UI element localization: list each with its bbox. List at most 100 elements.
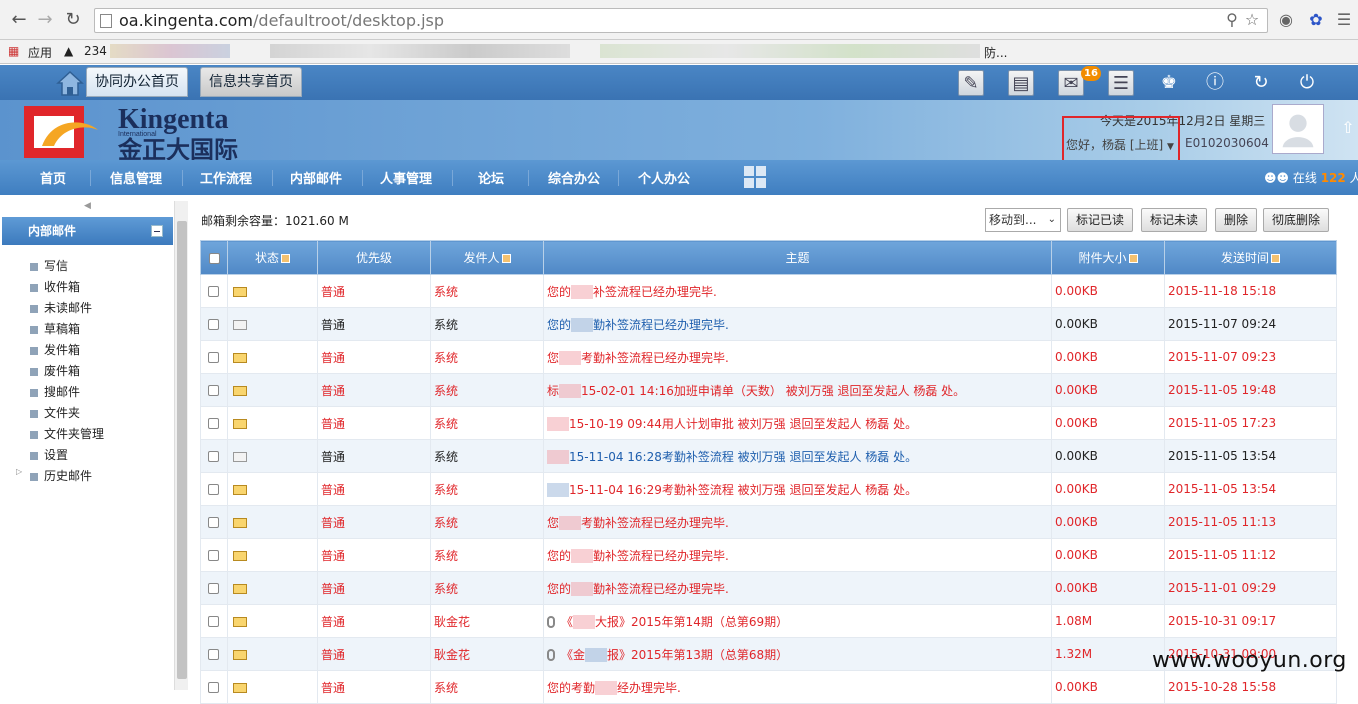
row-subject[interactable]: 您的 勤补签流程已经办理完毕. bbox=[543, 571, 1052, 605]
refresh-icon[interactable]: ↻ bbox=[1248, 70, 1274, 96]
col-status[interactable]: 状态 bbox=[227, 240, 318, 275]
row-subject[interactable]: 15-11-04 16:29考勤补签流程 被刘万强 退回至发起人 杨磊 处。 bbox=[543, 472, 1052, 506]
sidebar-item-folder-mgmt[interactable]: 文件夹管理 bbox=[30, 425, 104, 442]
col-sender[interactable]: 发件人 bbox=[430, 240, 544, 275]
sort-icon[interactable] bbox=[1271, 254, 1280, 263]
collapse-minus-icon[interactable] bbox=[151, 225, 163, 237]
table-row[interactable]: 普通 系统 您的 补签流程已经办理完毕. 0.00KB 2015-11-18 15:18 bbox=[200, 274, 1337, 308]
table-row[interactable]: 普通 系统标 15-02-01 14:16加班申请单（天数） 被刘万强 退回至发起人… bbox=[200, 373, 1337, 407]
bookmark-234[interactable]: 234 bbox=[84, 44, 107, 58]
col-time[interactable]: 发送时间 bbox=[1164, 240, 1337, 275]
row-checkbox[interactable] bbox=[208, 583, 219, 594]
table-row[interactable]: 普通 系统 您的考勤 经办理完毕. 0.00KB 2015-10-28 15:58 bbox=[200, 670, 1337, 704]
sort-icon[interactable] bbox=[501, 254, 511, 263]
row-select[interactable] bbox=[200, 604, 228, 638]
table-row[interactable]: 普通 系统 您的 勤补签流程已经办理完毕. 0.00KB 2015-11-05 11:12 bbox=[200, 538, 1337, 572]
address-bar[interactable]: oa.kingenta.com/defaultroot/desktop.jsp bbox=[94, 8, 1268, 33]
skin-shirt-icon[interactable]: ♚ bbox=[1156, 70, 1182, 96]
table-row[interactable]: 普通 系统 您的 勤补签流程已经办理完毕. 0.00KB 2015-11-01 09:29 bbox=[200, 571, 1337, 605]
row-select[interactable] bbox=[200, 505, 228, 539]
row-checkbox[interactable] bbox=[208, 451, 219, 462]
row-subject[interactable]: 您的 勤补签流程已经办理完毕. bbox=[543, 538, 1052, 572]
row-subject[interactable]: 您 考勤补签流程已经办理完毕. bbox=[543, 340, 1052, 374]
table-row[interactable]: 普通 系统您 考勤补签流程已经办理完毕. 0.00KB 2015-11-07 09:23 bbox=[200, 340, 1337, 374]
note-edit-icon[interactable]: ✎ bbox=[958, 70, 984, 96]
mark-unread-button[interactable]: 标记未读 bbox=[1141, 208, 1208, 232]
select-all-checkbox[interactable] bbox=[208, 252, 220, 264]
col-size[interactable]: 附件大小 bbox=[1051, 240, 1165, 275]
reload-icon[interactable]: ↻ bbox=[62, 9, 84, 31]
row-subject[interactable]: 您的考勤 经办理完毕. bbox=[543, 670, 1052, 704]
sidebar-item-search[interactable]: 搜邮件 bbox=[30, 383, 80, 400]
delete-all-button[interactable]: 彻底删除 bbox=[1263, 208, 1330, 232]
move-to-select[interactable]: 移动到... ⌄ bbox=[985, 208, 1061, 232]
sidebar-scrollbar[interactable] bbox=[174, 201, 188, 690]
row-subject[interactable]: 15-11-04 16:28考勤补签流程 被刘万强 退回至发起人 杨磊 处。 bbox=[543, 439, 1052, 473]
collapse-left-icon[interactable]: ◀ bbox=[84, 201, 91, 211]
row-checkbox[interactable] bbox=[208, 352, 219, 363]
row-subject[interactable]: 15-10-19 09:44用人计划审批 被刘万强 退回至发起人 杨磊 处。 bbox=[543, 406, 1052, 440]
paw-icon[interactable]: ✿ bbox=[1306, 10, 1326, 30]
back-icon[interactable]: ← bbox=[8, 9, 30, 31]
nav-home[interactable]: 首页 bbox=[40, 168, 66, 187]
bookmark-star-icon[interactable]: ☆ bbox=[1242, 10, 1262, 30]
row-checkbox[interactable] bbox=[208, 517, 219, 528]
row-checkbox[interactable] bbox=[208, 616, 219, 627]
row-subject[interactable]: 标 15-02-01 14:16加班申请单（天数） 被刘万强 退回至发起人 杨磊 … bbox=[543, 373, 1052, 407]
nav-info-mgmt[interactable]: 信息管理 bbox=[110, 168, 162, 187]
help-icon[interactable]: ⓘ bbox=[1202, 70, 1228, 96]
tab-collab-home[interactable]: 协同办公首页 bbox=[86, 67, 188, 97]
table-row[interactable]: 普通 系统 15-10-19 09:44用人计划审批 被刘万强 退回至发起人 杨磊 … bbox=[200, 406, 1337, 440]
row-subject[interactable]: 《 大报》2015年第14期（总第69期） bbox=[543, 604, 1052, 638]
sort-icon[interactable] bbox=[281, 254, 290, 263]
nav-forum[interactable]: 论坛 bbox=[478, 168, 504, 187]
table-row[interactable]: 普通 系统 15-11-04 16:28考勤补签流程 被刘万强 退回至发起人 杨磊 … bbox=[200, 439, 1337, 473]
col-subject[interactable]: 主题 bbox=[543, 240, 1052, 275]
home-icon[interactable] bbox=[56, 69, 84, 97]
globe-icon[interactable]: ◉ bbox=[1276, 10, 1296, 30]
table-row[interactable]: 普通 系统 15-11-04 16:29考勤补签流程 被刘万强 退回至发起人 杨磊 … bbox=[200, 472, 1337, 506]
table-row[interactable]: 普通 耿金花 《 大报》2015年第14期（总第69期） 1.08M 2015-10-31… bbox=[200, 604, 1337, 638]
row-select[interactable] bbox=[200, 538, 228, 572]
row-select[interactable] bbox=[200, 274, 228, 308]
row-subject[interactable]: 您 考勤补签流程已经办理完毕. bbox=[543, 505, 1052, 539]
sidebar-item-settings[interactable]: 设置 bbox=[30, 446, 68, 463]
sidebar-item-drafts[interactable]: 草稿箱 bbox=[30, 320, 80, 337]
collapse-up-icon[interactable]: ⇧ bbox=[1338, 118, 1358, 146]
row-checkbox[interactable] bbox=[208, 319, 219, 330]
bookmark-fang[interactable]: 防... bbox=[984, 44, 1007, 61]
row-checkbox[interactable] bbox=[208, 484, 219, 495]
row-select[interactable] bbox=[200, 307, 228, 341]
row-select[interactable] bbox=[200, 670, 228, 704]
sidebar-item-compose[interactable]: 写信 bbox=[30, 257, 68, 274]
row-checkbox[interactable] bbox=[208, 649, 219, 660]
nav-general-office[interactable]: 综合办公 bbox=[548, 168, 600, 187]
sidebar-item-sent[interactable]: 发件箱 bbox=[30, 341, 80, 358]
row-select[interactable] bbox=[200, 406, 228, 440]
forward-icon[interactable]: → bbox=[34, 9, 56, 31]
book-icon[interactable]: ▤ bbox=[1008, 70, 1034, 96]
sidebar-item-history[interactable]: ▷ 历史邮件 bbox=[16, 467, 92, 484]
sort-icon[interactable] bbox=[1128, 254, 1138, 263]
delete-button[interactable]: 删除 bbox=[1215, 208, 1258, 232]
row-select[interactable] bbox=[200, 340, 228, 374]
row-subject[interactable]: 您的 补签流程已经办理完毕. bbox=[543, 274, 1052, 308]
sidebar-item-folders[interactable]: 文件夹 bbox=[30, 404, 80, 421]
mark-read-button[interactable]: 标记已读 bbox=[1067, 208, 1134, 232]
list-icon[interactable]: ☰ bbox=[1108, 70, 1134, 96]
row-select[interactable] bbox=[200, 472, 228, 506]
sidebar-item-inbox[interactable]: 收件箱 bbox=[30, 278, 80, 295]
expand-triangle-icon[interactable]: ▷ bbox=[16, 467, 22, 476]
table-row[interactable]: 普通 系统您 考勤补签流程已经办理完毕. 0.00KB 2015-11-05 11:13 bbox=[200, 505, 1337, 539]
avatar[interactable] bbox=[1272, 104, 1324, 154]
row-checkbox[interactable] bbox=[208, 286, 219, 297]
row-select[interactable] bbox=[200, 637, 228, 671]
select-all-header[interactable] bbox=[200, 240, 228, 275]
row-select[interactable] bbox=[200, 439, 228, 473]
key-icon[interactable]: ⚲ bbox=[1222, 10, 1242, 30]
table-row[interactable]: 普通 系统 您的 勤补签流程已经办理完毕. 0.00KB 2015-11-07 09:24 bbox=[200, 307, 1337, 341]
tab-info-share-home[interactable]: 信息共享首页 bbox=[200, 67, 302, 97]
sidebar-item-unread[interactable]: 未读邮件 bbox=[30, 299, 92, 316]
row-checkbox[interactable] bbox=[208, 550, 219, 561]
grid-icon[interactable] bbox=[743, 165, 767, 189]
